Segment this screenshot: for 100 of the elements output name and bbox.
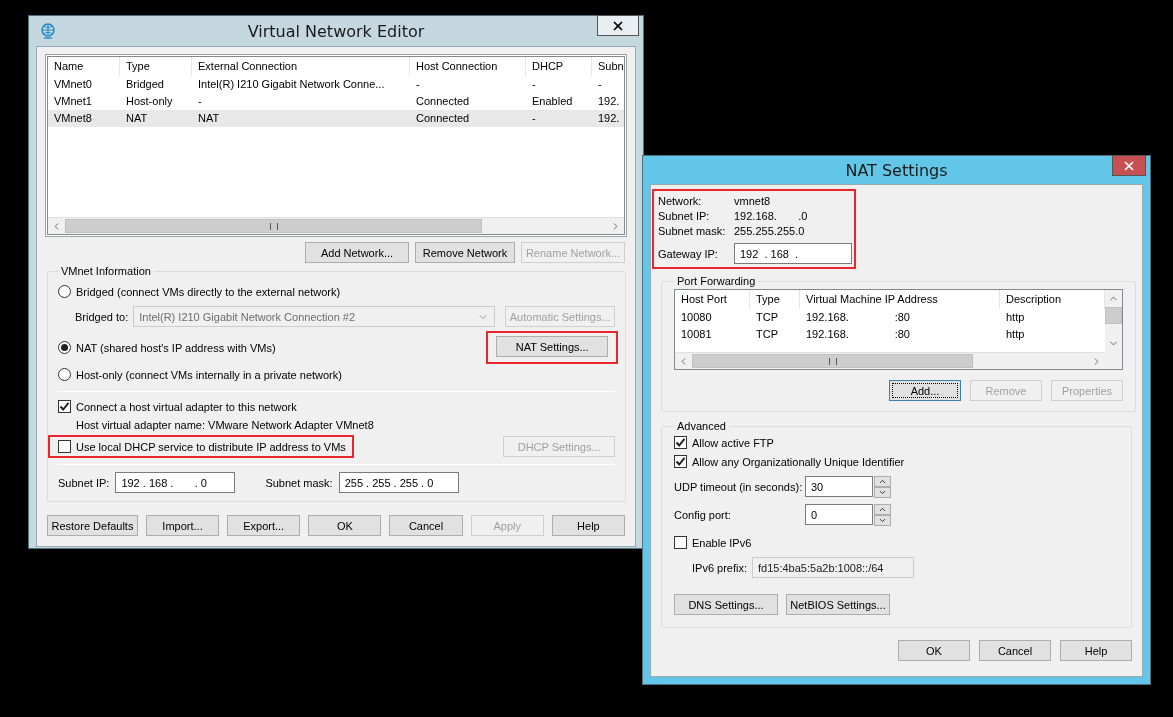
table-cell-text: - xyxy=(597,77,603,92)
checkbox[interactable] xyxy=(58,400,71,413)
dialog-button[interactable]: OK xyxy=(898,640,970,661)
field-label: Subnet IP: xyxy=(58,476,110,489)
column-header[interactable]: DHCP xyxy=(526,57,592,76)
table-cell-text: TCP xyxy=(755,310,779,325)
table-cell-text: http xyxy=(1005,327,1026,342)
table-cell-text: - xyxy=(531,77,537,92)
window-title: Virtual Network Editor xyxy=(247,21,425,41)
dialog-button[interactable]: OK xyxy=(308,515,382,536)
subnet-ip-field[interactable]: 192 . 168 . . 0 xyxy=(115,472,236,493)
option-label: Host-only (connect VMs internally in a private network) xyxy=(76,368,342,381)
dialog-button[interactable]: Help xyxy=(1060,640,1132,661)
checkbox[interactable] xyxy=(674,436,687,449)
info-label: Subnet IP: xyxy=(658,210,711,222)
chevron-up-icon xyxy=(878,505,887,514)
table-cell-text: VMnet0 xyxy=(53,77,93,92)
checkbox[interactable] xyxy=(58,440,71,453)
dialog-button[interactable]: Help xyxy=(551,515,625,536)
radio-button[interactable] xyxy=(58,368,71,381)
checkbox[interactable] xyxy=(674,536,687,549)
port-row[interactable]: 10080 TCP 192.168. :80 http xyxy=(675,309,1105,326)
table-cell-text: Host-only xyxy=(125,94,174,109)
nat-settings-button[interactable]: NAT Settings... xyxy=(496,336,609,357)
network-button[interactable]: Remove Network xyxy=(415,242,515,263)
column-header[interactable]: Name xyxy=(48,57,120,76)
column-header[interactable]: Subn xyxy=(592,57,624,76)
table-cell-text: 192. xyxy=(597,94,621,109)
info-value: vmnet8 xyxy=(734,195,772,207)
table-cell-text: TCP xyxy=(755,327,779,342)
spin-up-button[interactable] xyxy=(874,504,891,515)
globe-icon xyxy=(40,23,56,39)
option-label: Allow active FTP xyxy=(692,436,774,449)
radio-button[interactable] xyxy=(58,285,71,298)
dialog-button[interactable]: Export... xyxy=(227,515,301,536)
table-cell-text: NAT xyxy=(125,111,149,126)
field-label: Config port: xyxy=(674,509,732,521)
spin-down-button[interactable] xyxy=(874,515,891,526)
table-cell-text: - xyxy=(415,77,421,92)
network-row[interactable]: VMnet0 Bridged Intel(R) I210 Gigabit Network Conne... - - - xyxy=(48,76,624,93)
field-label: IPv6 prefix: xyxy=(692,561,748,574)
group-title: Port Forwarding xyxy=(676,275,757,287)
subnet-mask-field[interactable]: 255 . 255 . 255 . 0 xyxy=(338,472,459,493)
field-label: Gateway IP: xyxy=(658,247,719,260)
column-header[interactable]: Host Connection xyxy=(410,57,526,76)
port-forwarding-button[interactable]: Add... xyxy=(889,380,961,401)
table-cell-text: VMnet8 xyxy=(53,111,93,126)
option-label: NAT (shared host's IP address with VMs) xyxy=(76,341,276,354)
column-header[interactable]: Type xyxy=(750,290,800,309)
column-header[interactable]: Virtual Machine IP Address xyxy=(800,290,1000,309)
field-label: Subnet mask: xyxy=(265,476,333,489)
spin-down-button[interactable] xyxy=(874,487,891,498)
column-header[interactable]: Type xyxy=(120,57,192,76)
column-header[interactable]: Host Port xyxy=(675,290,750,309)
info-label: Subnet mask: xyxy=(658,225,727,237)
checkbox[interactable] xyxy=(674,455,687,468)
dialog-button[interactable]: Cancel xyxy=(979,640,1051,661)
table-cell-text: 10081 xyxy=(680,327,713,342)
vertical-scrollbar[interactable] xyxy=(1105,290,1122,369)
table-cell-text: - xyxy=(531,111,537,126)
network-row[interactable]: VMnet1 Host-only - Connected Enabled 192. xyxy=(48,93,624,110)
adapter-name-text: Host virtual adapter name: VMware Network Adapter VMnet8 xyxy=(76,419,374,431)
network-row[interactable]: VMnet8 NAT NAT Connected - 192. xyxy=(48,110,624,127)
network-button[interactable]: Add Network... xyxy=(305,242,409,263)
advanced-button[interactable]: NetBIOS Settings... xyxy=(786,594,890,615)
info-value: 255.255.255.0 xyxy=(734,225,806,237)
group-title: VMnet Information xyxy=(60,265,152,277)
chevron-up-icon xyxy=(878,477,887,486)
table-cell-text: 192.168. :80 xyxy=(805,310,911,325)
dialog-button[interactable]: Cancel xyxy=(389,515,463,536)
option-label: Connect a host virtual adapter to this network xyxy=(76,400,297,413)
option-label: Bridged (connect VMs directly to the external network) xyxy=(76,285,341,298)
info-value: 192.168. .0 xyxy=(734,210,809,222)
column-header[interactable]: External Connection xyxy=(192,57,410,76)
option-label: Use local DHCP service to distribute IP address to VMs xyxy=(76,440,346,453)
option-label: Enable IPv6 xyxy=(692,536,752,549)
spin-up-button[interactable] xyxy=(874,476,891,487)
gateway-ip-field[interactable]: 192 . 168 . xyxy=(734,243,852,264)
scroll-thumb[interactable] xyxy=(1105,307,1122,324)
table-cell-text: Intel(R) I210 Gigabit Network Conne... xyxy=(197,77,386,92)
table-cell-text: - xyxy=(197,94,203,109)
dialog-button[interactable]: Import... xyxy=(145,515,220,536)
chevron-down-icon xyxy=(878,488,887,497)
config-port-field[interactable]: 0 xyxy=(805,504,873,525)
info-label: Network: xyxy=(658,195,703,207)
advanced-button[interactable]: DNS Settings... xyxy=(674,594,778,615)
close-button[interactable] xyxy=(1112,155,1146,176)
table-cell-text: 10080 xyxy=(680,310,713,325)
dialog-button[interactable]: Restore Defaults xyxy=(47,515,138,536)
port-row[interactable]: 10081 TCP 192.168. :80 http xyxy=(675,326,1105,343)
radio-button[interactable] xyxy=(58,341,71,354)
table-cell-text: Connected xyxy=(415,111,471,126)
window-title: NAT Settings xyxy=(845,160,948,180)
udp-timeout-field[interactable]: 30 xyxy=(805,476,873,497)
table-cell-text: http xyxy=(1005,310,1026,325)
option-label: Allow any Organizationally Unique Identifier xyxy=(692,455,905,468)
group-title: Advanced xyxy=(676,420,727,432)
table-cell-text: Connected xyxy=(415,94,471,109)
close-button[interactable] xyxy=(597,15,639,36)
table-cell-text: NAT xyxy=(197,111,221,126)
